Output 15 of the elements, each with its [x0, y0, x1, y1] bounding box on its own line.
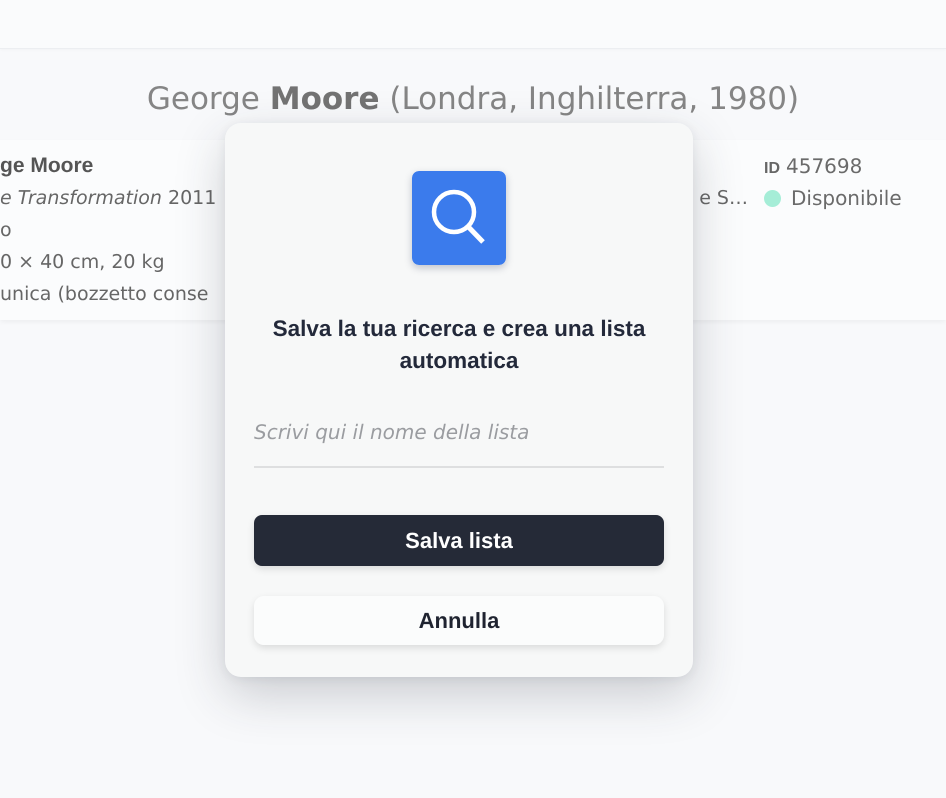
detail-text: e S… — [699, 186, 748, 211]
detail-text: unica (bozzetto conse — [0, 282, 210, 307]
dialog-title: Salva la tua ricerca e crea una lista automatica — [272, 315, 646, 375]
detail-text: 0 × 40 cm, 20 kg — [0, 250, 166, 275]
artist-name: ge Moore — [0, 153, 94, 179]
list-name-field[interactable]: Scrivi qui il nome della lista — [254, 410, 664, 468]
id-value: 457698 — [786, 153, 862, 180]
artist-heading: George Moore (Londra, Inghilterra, 1980) — [146, 80, 800, 119]
detail-text: e Transformation 2011 — [0, 186, 218, 211]
save-list-button[interactable]: Salva lista — [254, 515, 664, 566]
search-icon — [412, 171, 506, 265]
detail-text: o — [0, 218, 13, 243]
cancel-button[interactable]: Annulla — [254, 596, 664, 645]
id-label: ID — [764, 159, 780, 179]
status-label: Disponibile — [791, 185, 902, 212]
